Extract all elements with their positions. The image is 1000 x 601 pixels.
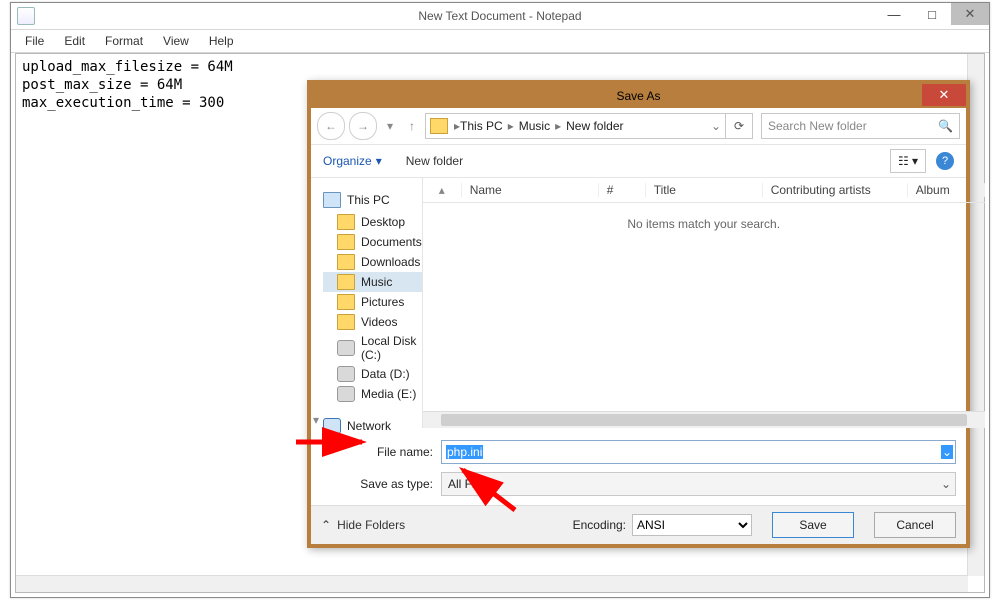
folder-icon: [430, 118, 448, 134]
tree-item-label: Downloads: [361, 255, 420, 269]
organize-button[interactable]: Organize▾: [323, 154, 382, 168]
toolbar: Organize▾ New folder ☷ ▾ ?: [311, 145, 966, 178]
recent-locations-button[interactable]: ▾: [381, 113, 399, 139]
dialog-footer: ⌃ Hide Folders Encoding: ANSI Save Cance…: [311, 505, 966, 544]
empty-message: No items match your search.: [423, 217, 985, 231]
new-folder-button[interactable]: New folder: [406, 154, 463, 168]
pc-icon: [323, 192, 341, 208]
forward-button[interactable]: →: [349, 112, 377, 140]
view-options-button[interactable]: ☷ ▾: [890, 149, 926, 173]
explorer-main: This PC Desktop Documents Downloads Music Pi…: [311, 178, 966, 428]
folder-icon: [337, 314, 355, 330]
chevron-up-icon: ⌃: [321, 518, 331, 532]
savetype-value: All Files: [448, 477, 490, 491]
tree-item-videos[interactable]: Videos: [323, 312, 422, 332]
maximize-button[interactable]: □: [913, 3, 951, 25]
disk-icon: [337, 366, 355, 382]
minimize-button[interactable]: —: [875, 3, 913, 25]
col-title[interactable]: Title: [646, 183, 763, 197]
up-button[interactable]: ↑: [403, 113, 421, 139]
search-icon: 🔍: [938, 119, 953, 133]
tree-item-desktop[interactable]: Desktop: [323, 212, 422, 232]
tree-item-media-e-[interactable]: Media (E:): [323, 384, 422, 404]
save-as-dialog: Save As ✕ ← → ▾ ↑ ▸ This PC▸ Music▸ New …: [307, 80, 970, 548]
col-album[interactable]: Album: [908, 183, 985, 197]
tree-item-label: Local Disk (C:): [361, 334, 422, 362]
nav-tree[interactable]: This PC Desktop Documents Downloads Music Pi…: [311, 178, 423, 428]
nav-bar: ← → ▾ ↑ ▸ This PC▸ Music▸ New folder ⌄ ⟳…: [311, 108, 966, 145]
tree-item-label: Data (D:): [361, 367, 410, 381]
tree-item-label: Media (E:): [361, 387, 416, 401]
folder-icon: [337, 254, 355, 270]
tree-item-local-disk-c-[interactable]: Local Disk (C:): [323, 332, 422, 364]
notepad-menu: File Edit Format View Help: [11, 29, 989, 53]
tree-item-downloads[interactable]: Downloads: [323, 252, 422, 272]
column-headers[interactable]: ▴ Name # Title Contributing artists Albu…: [423, 178, 985, 203]
encoding-label: Encoding:: [573, 518, 626, 532]
dialog-titlebar[interactable]: Save As ✕: [311, 84, 966, 108]
menu-view[interactable]: View: [155, 32, 197, 50]
notepad-titlebar[interactable]: New Text Document - Notepad — □ ✕: [11, 3, 989, 29]
cancel-button[interactable]: Cancel: [874, 512, 956, 538]
back-button[interactable]: ←: [317, 112, 345, 140]
menu-edit[interactable]: Edit: [56, 32, 93, 50]
tree-item-pictures[interactable]: Pictures: [323, 292, 422, 312]
tree-item-label: Desktop: [361, 215, 405, 229]
folder-icon: [337, 294, 355, 310]
crumb-thispc[interactable]: This PC: [460, 119, 503, 133]
encoding-select[interactable]: ANSI: [632, 514, 752, 536]
savetype-dropdown-icon[interactable]: ⌄: [941, 477, 951, 491]
tree-item-documents[interactable]: Documents: [323, 232, 422, 252]
crumb-newfolder[interactable]: New folder: [566, 119, 623, 133]
chevron-down-icon: ▾: [376, 154, 382, 168]
filename-dropdown-icon[interactable]: ⌄: [941, 445, 953, 459]
dialog-title: Save As: [311, 89, 966, 103]
menu-file[interactable]: File: [17, 32, 52, 50]
disk-icon: [337, 340, 355, 356]
dialog-close-button[interactable]: ✕: [922, 84, 966, 106]
tree-thispc[interactable]: This PC: [347, 193, 390, 207]
refresh-button[interactable]: ⟳: [726, 113, 753, 139]
sort-indicator[interactable]: ▴: [423, 183, 462, 197]
folder-icon: [337, 274, 355, 290]
filename-value: php.ini: [446, 445, 483, 459]
menu-help[interactable]: Help: [201, 32, 242, 50]
tree-item-music[interactable]: Music: [323, 272, 422, 292]
list-scrollbar[interactable]: [423, 411, 985, 428]
address-bar[interactable]: ▸ This PC▸ Music▸ New folder ⌄: [425, 113, 726, 139]
filename-input[interactable]: php.ini ⌄: [441, 440, 956, 464]
search-placeholder: Search New folder: [768, 119, 867, 133]
folder-icon: [337, 214, 355, 230]
tree-item-data-d-[interactable]: Data (D:): [323, 364, 422, 384]
col-name[interactable]: Name: [462, 183, 599, 197]
tree-item-label: Pictures: [361, 295, 404, 309]
tree-item-label: Documents: [361, 235, 422, 249]
crumb-music[interactable]: Music: [519, 119, 550, 133]
close-button[interactable]: ✕: [951, 3, 989, 25]
hide-folders-button[interactable]: ⌃ Hide Folders: [321, 518, 405, 532]
help-button[interactable]: ?: [936, 152, 954, 170]
filename-label: File name:: [357, 445, 433, 459]
notepad-title: New Text Document - Notepad: [11, 9, 989, 23]
col-artists[interactable]: Contributing artists: [763, 183, 908, 197]
save-button[interactable]: Save: [772, 512, 854, 538]
horizontal-scrollbar[interactable]: [16, 575, 968, 592]
menu-format[interactable]: Format: [97, 32, 151, 50]
file-list[interactable]: ▴ Name # Title Contributing artists Albu…: [423, 178, 985, 428]
folder-icon: [337, 234, 355, 250]
tree-item-label: Videos: [361, 315, 397, 329]
savetype-combo[interactable]: All Files ⌄: [441, 472, 956, 496]
savetype-label: Save as type:: [357, 477, 433, 491]
disk-icon: [337, 386, 355, 402]
search-box[interactable]: Search New folder 🔍: [761, 113, 960, 139]
save-fields: File name: php.ini ⌄ Save as type: All F…: [311, 432, 966, 506]
tree-item-label: Music: [361, 275, 392, 289]
col-num[interactable]: #: [599, 183, 646, 197]
